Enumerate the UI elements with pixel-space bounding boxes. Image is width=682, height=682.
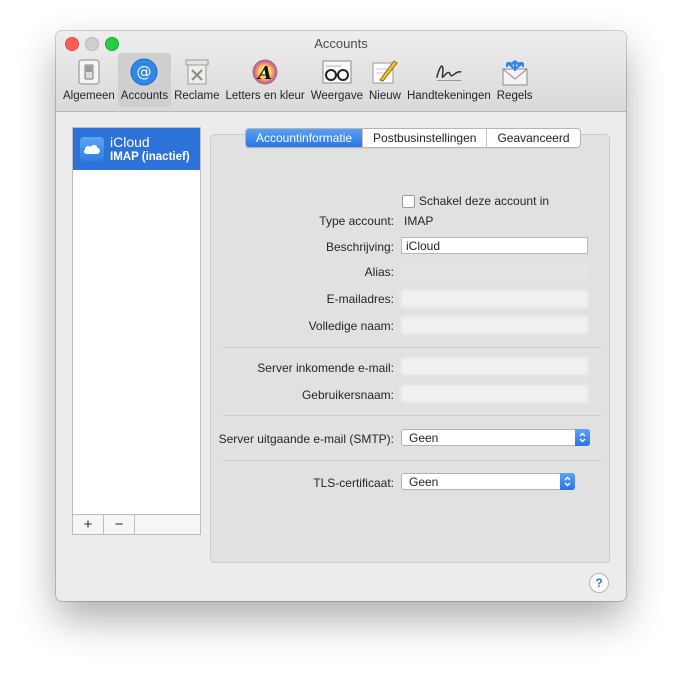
tls-select[interactable]: Geen <box>401 473 575 490</box>
toolbar-item-regels[interactable]: Regels <box>494 53 536 107</box>
divider <box>222 347 602 348</box>
incoming-server-label: Server inkomende e-mail: <box>257 361 394 375</box>
divider <box>222 415 602 416</box>
at-sign-icon: @ <box>128 57 160 87</box>
toolbar-label: Nieuw <box>369 90 401 102</box>
smtp-label: Server uitgaande e-mail (SMTP): <box>218 432 394 446</box>
toolbar-item-algemeen[interactable]: Algemeen <box>60 53 118 107</box>
tab-geavanceerd[interactable]: Geavanceerd <box>486 129 579 147</box>
svg-text:A: A <box>256 63 272 84</box>
alias-label: Alias: <box>364 265 394 279</box>
toolbar-label: Regels <box>496 90 533 102</box>
toolbar-item-nieuw[interactable]: Nieuw <box>366 53 404 107</box>
type-account-value: IMAP <box>404 214 434 228</box>
tab-bar: Accountinformatie Postbusinstellingen Ge… <box>245 128 581 148</box>
account-subtitle: IMAP (inactief) <box>110 151 190 163</box>
smtp-select[interactable]: Geen <box>401 429 590 446</box>
help-button[interactable]: ? <box>589 573 609 593</box>
tls-selected-value: Geen <box>409 475 439 489</box>
description-label: Beschrijving: <box>325 240 394 254</box>
window-title: Accounts <box>314 36 368 51</box>
account-list-buttons: + − <box>72 514 201 535</box>
toolbar-label: Accounts <box>120 90 169 102</box>
signature-icon <box>433 57 465 87</box>
alias-field[interactable] <box>401 262 588 279</box>
title-bar: Accounts Algemeen @ Accounts Reclame A L… <box>56 31 626 112</box>
tab-accountinformatie[interactable]: Accountinformatie <box>246 129 363 147</box>
accounts-pane: iCloud IMAP (inactief) + − Accountinform… <box>56 112 626 601</box>
toolbar-label: Weergave <box>310 90 363 102</box>
toolbar-label: Letters en kleur <box>225 90 305 102</box>
description-field[interactable]: iCloud <box>401 237 588 254</box>
toolbar-item-reclame[interactable]: Reclame <box>171 53 222 107</box>
cloud-icon <box>80 137 104 161</box>
fullname-field[interactable] <box>401 317 588 334</box>
account-list[interactable]: iCloud IMAP (inactief) <box>72 127 201 517</box>
svg-text:@: @ <box>137 63 152 81</box>
tab-postbusinstellingen[interactable]: Postbusinstellingen <box>362 129 486 147</box>
account-name: iCloud <box>110 134 150 150</box>
font-color-icon: A <box>249 57 281 87</box>
remove-account-button[interactable]: − <box>104 515 135 534</box>
email-label: E-mailadres: <box>326 292 394 306</box>
glasses-icon <box>321 57 353 87</box>
incoming-server-field[interactable] <box>401 358 588 375</box>
username-label: Gebruikersnaam: <box>301 388 394 402</box>
toolbar-item-weergave[interactable]: Weergave <box>308 53 366 107</box>
toolbar: Algemeen @ Accounts Reclame A Letters en… <box>60 53 536 109</box>
toolbar-item-handtekeningen[interactable]: Handtekeningen <box>404 53 494 107</box>
type-account-label: Type account: <box>319 214 394 228</box>
enable-account-checkbox[interactable] <box>402 195 415 208</box>
chevron-updown-icon <box>560 473 575 490</box>
pencil-icon <box>369 57 401 87</box>
toolbar-item-accounts[interactable]: @ Accounts <box>117 53 172 107</box>
fullname-label: Volledige naam: <box>308 319 394 333</box>
tls-label: TLS-certificaat: <box>313 476 394 490</box>
username-field[interactable] <box>401 385 588 402</box>
smtp-selected-value: Geen <box>409 431 439 445</box>
email-field[interactable] <box>401 290 588 307</box>
list-item[interactable]: iCloud IMAP (inactief) <box>73 128 200 170</box>
rules-icon <box>499 57 531 87</box>
chevron-updown-icon <box>575 429 590 446</box>
toolbar-label: Algemeen <box>63 90 115 102</box>
divider <box>222 460 602 461</box>
toolbar-label: Handtekeningen <box>406 90 491 102</box>
toolbar-item-letters-en-kleur[interactable]: A Letters en kleur <box>223 53 308 107</box>
add-account-button[interactable]: + <box>73 515 104 534</box>
enable-account-label: Schakel deze account in <box>419 194 550 208</box>
trash-icon <box>181 57 213 87</box>
switch-icon <box>73 57 105 87</box>
toolbar-label: Reclame <box>174 90 220 102</box>
preferences-window: Accounts Algemeen @ Accounts Reclame A L… <box>56 31 626 601</box>
